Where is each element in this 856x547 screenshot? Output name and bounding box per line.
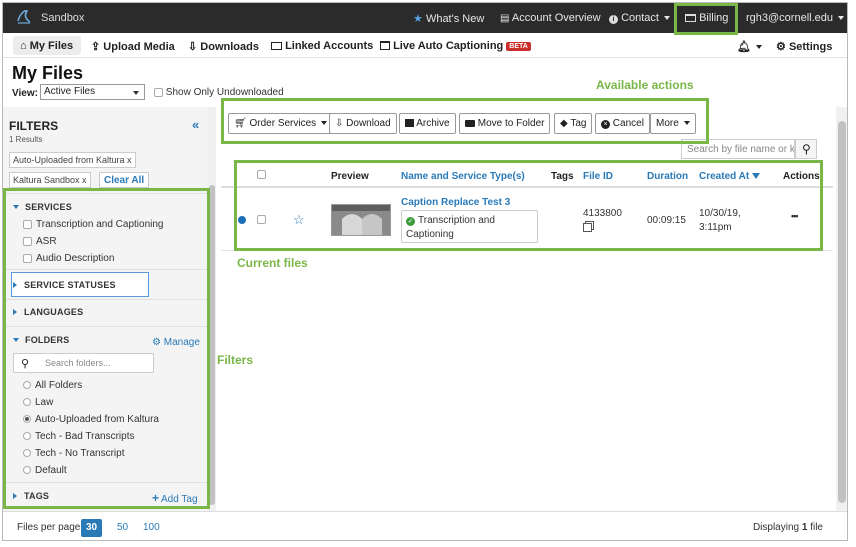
upload-icon: ⇪: [91, 41, 101, 53]
tab-linked-accounts[interactable]: Linked Accounts: [271, 40, 373, 52]
filter-chip-auto-uploaded[interactable]: Auto-Uploaded from Kaltura x: [9, 152, 136, 168]
annotation-filters: Filters: [217, 353, 254, 367]
gear-icon: ⚙: [776, 41, 786, 53]
page-size-50[interactable]: 50: [112, 519, 133, 537]
displaying-count: Displaying 1 file: [752, 522, 823, 533]
results-count: 1 Results: [9, 135, 43, 144]
collapse-sidebar-icon[interactable]: «: [192, 117, 199, 132]
filters-highlight: [3, 188, 210, 509]
chevron-down-icon: [663, 16, 670, 21]
clear-all-button[interactable]: Clear All: [99, 172, 150, 188]
footer: Files per page: 30 50 100 Displaying 1 f…: [3, 511, 847, 540]
show-undownloaded-checkbox[interactable]: [154, 87, 163, 97]
filter-chip-kaltura-sandbox[interactable]: Kaltura Sandbox x: [9, 172, 91, 188]
list-icon: ▤: [500, 13, 510, 24]
page-size-100[interactable]: 100: [138, 519, 165, 537]
search-icon: ⚲: [802, 142, 811, 156]
brand-name: Sandbox: [41, 12, 85, 24]
id-card-icon: [271, 42, 282, 50]
actions-highlight: [221, 98, 709, 144]
beta-badge: BETA: [506, 42, 531, 51]
annotation-current-files: Current files: [237, 256, 308, 270]
tab-my-files[interactable]: ⌂ My Files: [20, 40, 73, 52]
tab-downloads[interactable]: ⇩ Downloads: [188, 40, 259, 53]
chevron-down-icon: [838, 16, 844, 21]
view-label: View:: [12, 88, 38, 99]
page-size-30[interactable]: 30: [81, 519, 103, 537]
annotation-available-actions: Available actions: [596, 78, 694, 92]
bell-icon: 🔔︎: [737, 41, 751, 53]
contact-dropdown[interactable]: i Contact: [609, 12, 670, 24]
home-icon: ⌂: [20, 40, 27, 52]
info-icon: i: [609, 15, 618, 24]
user-menu-dropdown[interactable]: rgh3@cornell.edu: [746, 12, 844, 24]
whats-new-link[interactable]: ★ What's New: [413, 12, 484, 25]
files-per-page-label: Files per page:: [17, 522, 84, 533]
file-search-button[interactable]: ⚲: [795, 139, 817, 159]
account-overview-link[interactable]: ▤ Account Overview: [500, 12, 601, 24]
show-undownloaded-toggle[interactable]: Show Only Undownloaded: [154, 87, 284, 98]
billing-highlight: [674, 3, 738, 35]
star-icon: ★: [413, 13, 423, 25]
tab-upload-media[interactable]: ⇪ Upload Media: [91, 40, 175, 53]
chevron-down-icon: [133, 91, 139, 95]
main-scrollbar-thumb[interactable]: [838, 121, 846, 503]
current-files-highlight: [234, 160, 823, 251]
tab-live-auto-captioning[interactable]: Live Auto Captioning BETA: [380, 40, 531, 52]
download-icon: ⇩: [188, 41, 198, 53]
secondary-nav: ⌂ My Files ⇪ Upload Media ⇩ Downloads Li…: [3, 33, 847, 58]
page-title: My Files: [12, 63, 84, 83]
app-window: Sandbox ★ What's New ▤ Account Overview …: [2, 2, 848, 541]
filters-title: FILTERS: [9, 119, 59, 133]
tab-settings[interactable]: ⚙ Settings: [776, 40, 832, 53]
chevron-down-icon: [755, 45, 762, 50]
app-logo-icon: [17, 10, 31, 24]
view-select[interactable]: Active Files: [40, 84, 145, 100]
notifications-dropdown[interactable]: 🔔︎: [737, 40, 762, 53]
calendar-icon: [380, 41, 390, 50]
